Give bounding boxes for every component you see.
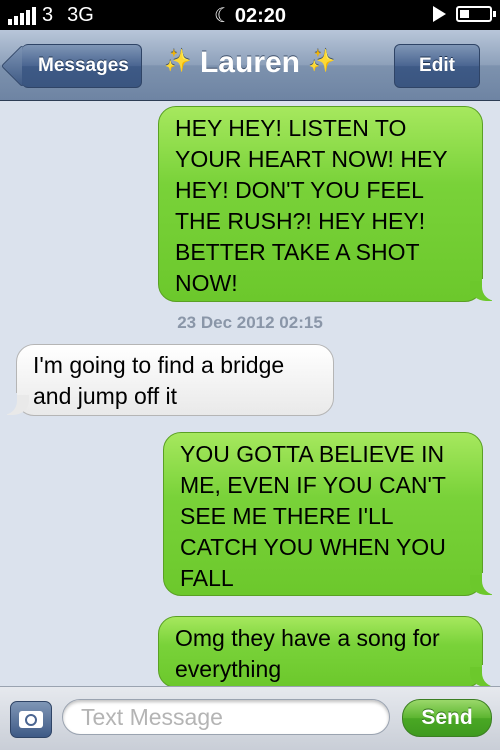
bubble-tail	[470, 279, 496, 301]
camera-button[interactable]	[10, 701, 52, 738]
incoming-message-bubble[interactable]: I'm going to find a bridge and jump off …	[3, 344, 334, 416]
bubble-tail	[3, 393, 29, 415]
message-timestamp: 23 Dec 2012 02:15	[177, 313, 323, 332]
compose-bar: Send	[0, 686, 500, 750]
message-text: HEY HEY! LISTEN TO YOUR HEART NOW! HEY H…	[175, 115, 454, 296]
status-time: ☾ 02:20	[0, 3, 500, 28]
outgoing-message-bubble[interactable]: Omg they have a song for everything	[158, 616, 496, 688]
back-button-area: Messages	[0, 30, 142, 100]
sparkle-icon: ✨	[308, 48, 336, 73]
back-button-label: Messages	[38, 55, 129, 76]
message-text: YOU GOTTA BELIEVE IN ME, EVEN IF YOU CAN…	[180, 441, 453, 591]
nav-bar: Messages ✨ Lauren ✨ Edit	[0, 30, 500, 101]
contact-name: Lauren	[199, 46, 301, 79]
battery-icon	[456, 6, 496, 22]
status-right	[433, 6, 496, 22]
back-to-messages-button[interactable]: Messages	[0, 44, 142, 88]
clock-label: 02:20	[234, 5, 287, 27]
message-text: Omg they have a song for everything	[175, 625, 447, 682]
outgoing-message-bubble[interactable]: HEY HEY! LISTEN TO YOUR HEART NOW! HEY H…	[158, 106, 496, 302]
back-arrow-icon	[0, 44, 44, 88]
bubble-tail	[470, 573, 496, 595]
text-message-input[interactable]	[62, 699, 390, 735]
bubble-tail	[470, 665, 496, 687]
status-bar: 3 3G ☾ 02:20	[0, 0, 500, 30]
camera-icon	[19, 711, 43, 728]
play-icon	[433, 6, 446, 22]
message-thread[interactable]: HEY HEY! LISTEN TO YOUR HEART NOW! HEY H…	[0, 101, 500, 688]
edit-button[interactable]: Edit	[394, 44, 480, 88]
outgoing-message-bubble[interactable]: YOU GOTTA BELIEVE IN ME, EVEN IF YOU CAN…	[163, 432, 496, 596]
send-button[interactable]: Send	[402, 699, 492, 737]
moon-icon: ☾	[213, 5, 232, 27]
message-text: I'm going to find a bridge and jump off …	[33, 352, 291, 409]
sparkle-icon: ✨	[164, 48, 192, 73]
